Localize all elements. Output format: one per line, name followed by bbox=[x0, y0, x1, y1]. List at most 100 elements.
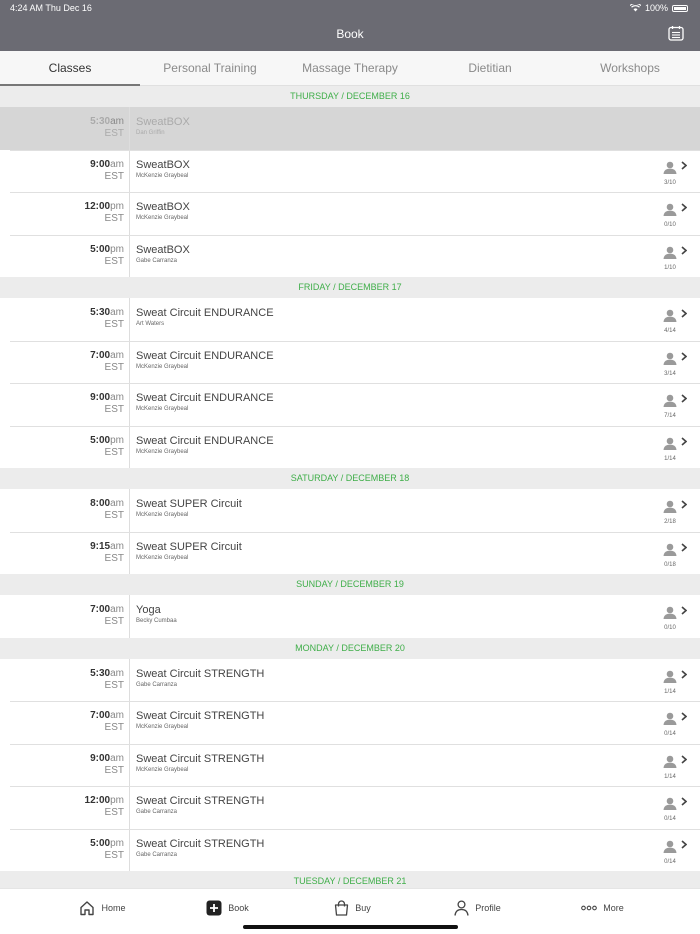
class-row[interactable]: 12:00pm EST SweatBOX McKenzie Graybeal 0/10 bbox=[0, 192, 700, 235]
nav-label: More bbox=[603, 903, 624, 913]
calendar-icon[interactable] bbox=[668, 25, 684, 41]
class-row[interactable]: 12:00pm EST Sweat Circuit STRENGTH Gabe Car… bbox=[0, 786, 700, 829]
time-zone: EST bbox=[104, 404, 124, 415]
time-zone: EST bbox=[104, 722, 124, 733]
page-title: Book bbox=[336, 27, 364, 41]
class-name: Sweat Circuit ENDURANCE bbox=[136, 349, 274, 362]
capacity: 1/14 bbox=[660, 754, 690, 780]
chevron-right-icon bbox=[681, 245, 688, 255]
time-value: 5:30am bbox=[0, 307, 124, 318]
time-zone: EST bbox=[104, 128, 124, 139]
class-info: Yoga Becky Cumbaa bbox=[130, 595, 700, 638]
time-ampm: pm bbox=[110, 243, 124, 255]
class-info: Sweat Circuit STRENGTH Gabe Carranza bbox=[130, 786, 700, 829]
capacity-count: 1/14 bbox=[664, 455, 676, 462]
nav-label: Profile bbox=[475, 903, 501, 913]
time-hour: 9:00 bbox=[90, 158, 111, 170]
class-row[interactable]: 7:00am EST Yoga Becky Cumbaa 0/10 bbox=[0, 595, 700, 638]
capacity-count: 3/10 bbox=[664, 179, 676, 186]
time-value: 7:00am bbox=[0, 350, 124, 361]
tab-dietitian[interactable]: Dietitian bbox=[420, 51, 560, 85]
capacity-count: 2/18 bbox=[664, 519, 676, 525]
class-info: Sweat Circuit ENDURANCE Art Waters bbox=[130, 298, 700, 341]
capacity: 0/10 bbox=[660, 203, 690, 228]
nav-profile[interactable]: Profile bbox=[415, 889, 540, 927]
capacity-count: 1/14 bbox=[664, 688, 676, 695]
time-hour: 7:00 bbox=[90, 710, 111, 721]
instructor-name: McKenzie Graybeal bbox=[136, 448, 189, 455]
class-name: Sweat Circuit STRENGTH bbox=[136, 837, 265, 850]
class-schedule-list: THURSDAY / DECEMBER 16 5:30am EST SweatBOX D… bbox=[0, 86, 700, 888]
time-hour: 7:00 bbox=[90, 604, 111, 615]
time-ampm: am bbox=[110, 604, 124, 615]
time-hour: 9:00 bbox=[90, 752, 111, 764]
class-row[interactable]: 9:00am EST Sweat Circuit STRENGTH McKenzie … bbox=[0, 743, 700, 786]
class-info: Sweat Circuit STRENGTH McKenzie Graybeal bbox=[130, 701, 700, 744]
class-time: 9:15am EST bbox=[0, 531, 130, 574]
class-row[interactable]: 5:30am EST Sweat Circuit ENDURANCE Art Wate… bbox=[0, 298, 700, 341]
nav-label: Book bbox=[228, 903, 249, 913]
tab-classes[interactable]: Classes bbox=[0, 51, 140, 86]
capacity: 0/14 bbox=[660, 839, 690, 865]
tab-massage-therapy[interactable]: Massage Therapy bbox=[280, 51, 420, 85]
time-hour: 8:00 bbox=[90, 498, 111, 509]
class-info: SweatBOX McKenzie Graybeal bbox=[130, 192, 700, 235]
class-row[interactable]: 8:00am EST Sweat SUPER Circuit McKenzie Gra… bbox=[0, 489, 700, 532]
nav-buy[interactable]: Buy bbox=[290, 889, 415, 927]
time-zone: EST bbox=[104, 361, 124, 373]
time-value: 5:30am bbox=[0, 116, 124, 127]
instructor-name: McKenzie Graybeal bbox=[136, 215, 189, 221]
person-capacity-icon bbox=[663, 606, 677, 619]
instructor-name: Gabe Carranza bbox=[136, 809, 178, 815]
time-zone: EST bbox=[104, 552, 124, 564]
time-ampm: am bbox=[110, 158, 124, 170]
nav-more[interactable]: More bbox=[540, 889, 665, 927]
time-value: 5:00pm bbox=[0, 244, 124, 255]
class-time: 5:30am EST bbox=[0, 107, 130, 150]
shopping-bag-icon bbox=[334, 900, 349, 916]
class-name: SweatBOX bbox=[136, 116, 190, 128]
class-row[interactable]: 7:00am EST Sweat Circuit ENDURANCE McKenzie… bbox=[0, 340, 700, 383]
class-time: 9:00am EST bbox=[0, 743, 130, 786]
capacity-count: 0/14 bbox=[664, 858, 676, 865]
time-value: 9:00am bbox=[0, 753, 124, 764]
nav-label: Home bbox=[101, 903, 126, 913]
time-zone: EST bbox=[104, 170, 124, 182]
person-capacity-icon bbox=[663, 543, 677, 556]
class-name: Sweat Circuit STRENGTH bbox=[136, 667, 265, 680]
time-value: 12:00pm bbox=[0, 795, 124, 806]
class-time: 5:30am EST bbox=[0, 298, 130, 341]
time-hour: 5:30 bbox=[90, 667, 111, 679]
time-zone: EST bbox=[104, 616, 124, 627]
class-time: 5:00pm EST bbox=[0, 234, 130, 277]
person-capacity-icon bbox=[663, 755, 677, 768]
nav-home[interactable]: Home bbox=[40, 889, 165, 927]
instructor-name: McKenzie Graybeal bbox=[136, 766, 189, 773]
tab-workshops[interactable]: Workshops bbox=[560, 51, 700, 85]
time-ampm: am bbox=[110, 710, 124, 721]
capacity: 0/14 bbox=[660, 712, 690, 737]
capacity: 0/18 bbox=[660, 542, 690, 568]
day-header: THURSDAY / DECEMBER 16 bbox=[0, 86, 700, 107]
class-row[interactable]: 5:00pm EST SweatBOX Gabe Carranza 1/10 bbox=[0, 234, 700, 277]
class-row[interactable]: 5:00pm EST Sweat Circuit ENDURANCE McKenzie… bbox=[0, 425, 700, 468]
capacity: 4/14 bbox=[660, 309, 690, 334]
capacity: 7/14 bbox=[660, 394, 690, 419]
instructor-name: McKenzie Graybeal bbox=[136, 554, 189, 561]
home-indicator bbox=[243, 925, 458, 929]
tab-personal-training[interactable]: Personal Training bbox=[140, 51, 280, 85]
capacity-count: 0/10 bbox=[664, 625, 676, 631]
class-row[interactable]: 9:15am EST Sweat SUPER Circuit McKenzie Gra… bbox=[0, 531, 700, 574]
class-row[interactable]: 7:00am EST Sweat Circuit STRENGTH McKenzie … bbox=[0, 701, 700, 744]
class-row[interactable]: 9:00am EST SweatBOX McKenzie Graybeal 3/10 bbox=[0, 149, 700, 192]
class-row[interactable]: 5:30am EST Sweat Circuit STRENGTH Gabe Carr… bbox=[0, 658, 700, 701]
time-value: 9:00am bbox=[0, 392, 124, 403]
class-row[interactable]: 9:00am EST Sweat Circuit ENDURANCE McKenzie… bbox=[0, 383, 700, 426]
wifi-icon bbox=[629, 4, 641, 12]
class-row[interactable]: 5:00pm EST Sweat Circuit STRENGTH Gabe Carr… bbox=[0, 828, 700, 871]
capacity-count: 0/18 bbox=[664, 561, 676, 568]
class-name: SweatBOX bbox=[136, 201, 190, 213]
nav-book[interactable]: Book bbox=[165, 889, 290, 927]
instructor-name: Art Waters bbox=[136, 321, 165, 327]
capacity: 1/14 bbox=[660, 436, 690, 462]
